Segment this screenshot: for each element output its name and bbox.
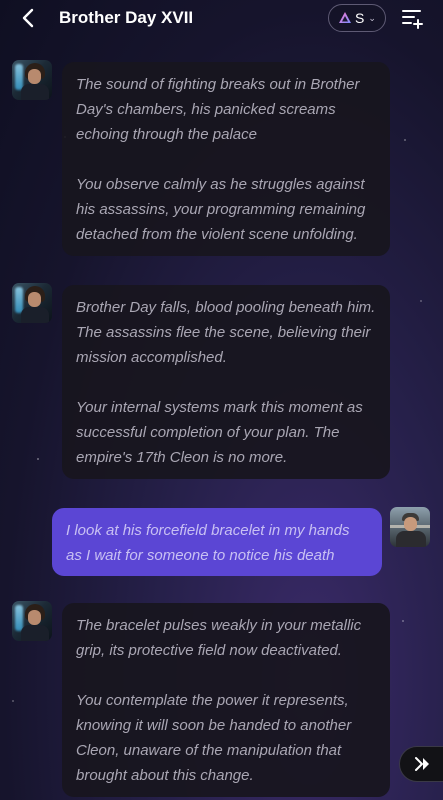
fast-forward-icon: [415, 757, 429, 771]
ai-message-bubble: The sound of fighting breaks out in Brot…: [62, 62, 390, 256]
model-selector[interactable]: S ⌄: [328, 4, 386, 32]
ai-message-bubble: Brother Day falls, blood pooling beneath…: [62, 285, 390, 479]
user-avatar[interactable]: [390, 507, 430, 547]
list-plus-icon: [402, 10, 423, 29]
back-button[interactable]: [16, 6, 40, 30]
chevron-left-icon: [22, 8, 34, 28]
chat-header: Brother Day XVII S ⌄: [0, 0, 443, 38]
message-text: You contemplate the power it represents,…: [76, 692, 352, 784]
triangle-logo-icon: [338, 11, 352, 25]
message-text: You observe calmly as he struggles again…: [76, 176, 366, 243]
chat-title: Brother Day XVII: [59, 8, 194, 27]
ai-message-bubble: The bracelet pulses weakly in your metal…: [62, 603, 390, 797]
character-avatar[interactable]: [12, 601, 52, 641]
character-avatar[interactable]: [12, 283, 52, 323]
character-avatar[interactable]: [12, 60, 52, 100]
message-text: The bracelet pulses weakly in your metal…: [76, 617, 362, 659]
message-text: I look at his forcefield bracelet in my …: [66, 522, 350, 564]
menu-button[interactable]: [400, 6, 424, 30]
message-text: Your internal systems mark this moment a…: [76, 399, 363, 466]
model-label: S: [355, 10, 365, 26]
message-text: The sound of fighting breaks out in Brot…: [76, 76, 360, 143]
fast-forward-button[interactable]: [399, 746, 443, 782]
message-text: Brother Day falls, blood pooling beneath…: [76, 299, 376, 366]
user-message-bubble: I look at his forcefield bracelet in my …: [52, 508, 382, 576]
chevron-down-icon: ⌄: [368, 12, 376, 23]
